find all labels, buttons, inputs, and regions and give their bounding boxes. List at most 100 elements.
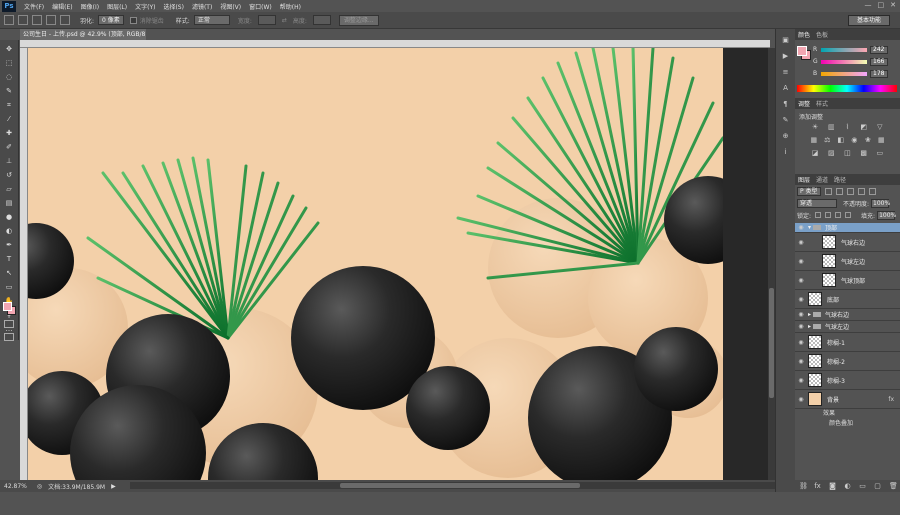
- screen-mode-icon[interactable]: [4, 333, 14, 341]
- effects-label[interactable]: 效果: [795, 409, 900, 419]
- menu-help[interactable]: 帮助(H): [280, 2, 301, 11]
- antialias-checkbox[interactable]: [129, 16, 137, 24]
- layer-row[interactable]: ◉ 棕榈-1: [795, 333, 900, 352]
- tab-paths[interactable]: 路径: [834, 175, 846, 184]
- filter-pixel-icon[interactable]: [825, 187, 832, 195]
- character-panel-icon[interactable]: A: [781, 83, 791, 93]
- lock-position-icon[interactable]: [835, 212, 842, 218]
- fill-input[interactable]: 100%: [877, 210, 896, 220]
- new-adjustment-icon[interactable]: ◐: [844, 482, 851, 490]
- layer-row[interactable]: ◉ 气球左边: [795, 252, 900, 271]
- menu-type[interactable]: 文字(Y): [135, 2, 155, 11]
- paragraph-panel-icon[interactable]: ¶: [781, 99, 791, 109]
- black-white-icon[interactable]: ◧: [837, 136, 845, 144]
- shape-tool-icon[interactable]: ▭: [5, 283, 14, 292]
- pen-tool-icon[interactable]: ✒: [5, 241, 14, 250]
- visibility-eye-icon[interactable]: ◉: [797, 258, 805, 265]
- filter-type-icon[interactable]: [847, 187, 854, 195]
- channel-mixer-icon[interactable]: ❀: [864, 136, 872, 144]
- minimize-button[interactable]: —: [865, 1, 872, 9]
- width-input[interactable]: [257, 15, 276, 25]
- type-tool-icon[interactable]: T: [5, 255, 14, 264]
- foreground-color-swatch[interactable]: [3, 302, 12, 311]
- green-slider[interactable]: G 166: [813, 57, 899, 66]
- vertical-scroll-thumb[interactable]: [769, 288, 774, 398]
- path-select-icon[interactable]: ↖: [5, 269, 14, 278]
- new-layer-icon[interactable]: ▢: [874, 482, 881, 490]
- tab-layers[interactable]: 图层: [798, 175, 810, 184]
- photo-filter-icon[interactable]: ◉: [850, 136, 858, 144]
- style-select[interactable]: 正常: [193, 15, 230, 25]
- clone-source-icon[interactable]: ⊕: [781, 131, 791, 141]
- stamp-tool-icon[interactable]: ⊥: [5, 157, 14, 166]
- visibility-eye-icon[interactable]: ◉: [797, 396, 805, 403]
- visibility-eye-icon[interactable]: ◉: [797, 239, 805, 246]
- filter-shape-icon[interactable]: [858, 187, 865, 195]
- blend-mode-select[interactable]: 穿透: [797, 198, 837, 208]
- blue-slider[interactable]: B 178: [813, 69, 899, 78]
- intersect-selection-icon[interactable]: [60, 15, 70, 25]
- chevron-right-icon[interactable]: ▸: [808, 323, 811, 330]
- threshold-icon[interactable]: ◫: [843, 149, 851, 157]
- g-track[interactable]: [821, 59, 867, 64]
- layer-row[interactable]: ◉ 气球顶部: [795, 271, 900, 290]
- visibility-eye-icon[interactable]: ◉: [797, 323, 805, 330]
- visibility-eye-icon[interactable]: ◉: [797, 296, 805, 303]
- status-icon[interactable]: ◎: [37, 483, 42, 490]
- new-group-icon[interactable]: ▭: [859, 482, 866, 490]
- menu-select[interactable]: 选择(S): [163, 2, 184, 11]
- marquee-tool-preset-icon[interactable]: [4, 15, 14, 25]
- dodge-tool-icon[interactable]: ◐: [5, 227, 14, 236]
- layer-row[interactable]: ◉ 棕榈-3: [795, 371, 900, 390]
- add-selection-icon[interactable]: [32, 15, 42, 25]
- tab-channels[interactable]: 通道: [816, 175, 828, 184]
- trash-icon[interactable]: 🗑: [889, 482, 898, 490]
- red-slider[interactable]: R 242: [813, 45, 899, 54]
- menu-image[interactable]: 图像(I): [81, 2, 99, 11]
- tab-color[interactable]: 颜色: [798, 30, 810, 39]
- visibility-eye-icon[interactable]: ◉: [797, 377, 805, 384]
- layer-row[interactable]: ◉ 棕榈-2: [795, 352, 900, 371]
- canvas-area[interactable]: [28, 48, 768, 480]
- color-spectrum[interactable]: [797, 85, 897, 92]
- gradient-map-icon[interactable]: ▭: [876, 149, 884, 157]
- horizontal-scroll-thumb[interactable]: [340, 483, 580, 488]
- blur-tool-icon[interactable]: ●: [5, 213, 14, 222]
- foreground-swatch[interactable]: [797, 46, 807, 56]
- actions-panel-icon[interactable]: ▶: [781, 51, 791, 61]
- lock-transparent-icon[interactable]: [815, 212, 822, 218]
- height-input[interactable]: [312, 15, 331, 25]
- history-panel-icon[interactable]: ▣: [781, 35, 791, 45]
- document-tab[interactable]: 公司生日 - 上传.psd @ 42.9% (顶部, RGB/8) *: [20, 29, 146, 40]
- refine-edge-button[interactable]: 调整边缘...: [338, 14, 379, 26]
- chevron-down-icon[interactable]: ▾: [808, 224, 811, 231]
- layer-row[interactable]: ◉ 底部: [795, 290, 900, 309]
- history-brush-icon[interactable]: ↺: [5, 171, 14, 180]
- feather-input[interactable]: 0 像素: [98, 15, 124, 25]
- tab-styles[interactable]: 样式: [816, 99, 828, 108]
- layer-group-top[interactable]: ◉ ▾ 顶部: [795, 223, 900, 233]
- b-value[interactable]: 178: [870, 69, 888, 78]
- marquee-tool-icon[interactable]: ⬚: [5, 59, 14, 68]
- chevron-right-icon[interactable]: ▸: [808, 311, 811, 318]
- filter-adjust-icon[interactable]: [836, 187, 843, 195]
- visibility-eye-icon[interactable]: ◉: [797, 311, 805, 318]
- move-tool-icon[interactable]: ✥: [5, 45, 14, 54]
- brightness-icon[interactable]: ☀: [811, 123, 819, 131]
- color-lookup-icon[interactable]: ▦: [877, 136, 885, 144]
- effect-color-overlay[interactable]: 颜色叠加: [795, 419, 900, 429]
- g-value[interactable]: 166: [870, 57, 888, 66]
- b-track[interactable]: [821, 71, 867, 76]
- menu-file[interactable]: 文件(F): [24, 2, 44, 11]
- lock-pixels-icon[interactable]: [825, 212, 832, 218]
- layer-group[interactable]: ◉ ▸ 气球右边: [795, 309, 900, 321]
- menu-window[interactable]: 窗口(W): [249, 2, 272, 11]
- curves-icon[interactable]: ⌇: [843, 123, 851, 131]
- selective-color-icon[interactable]: ▩: [860, 149, 868, 157]
- levels-icon[interactable]: ▥: [827, 123, 835, 131]
- layer-group[interactable]: ◉ ▸ 气球左边: [795, 321, 900, 333]
- close-button[interactable]: ✕: [890, 1, 896, 9]
- tab-adjustments[interactable]: 调整: [798, 99, 810, 108]
- menu-layer[interactable]: 图层(L): [107, 2, 127, 11]
- subtract-selection-icon[interactable]: [46, 15, 56, 25]
